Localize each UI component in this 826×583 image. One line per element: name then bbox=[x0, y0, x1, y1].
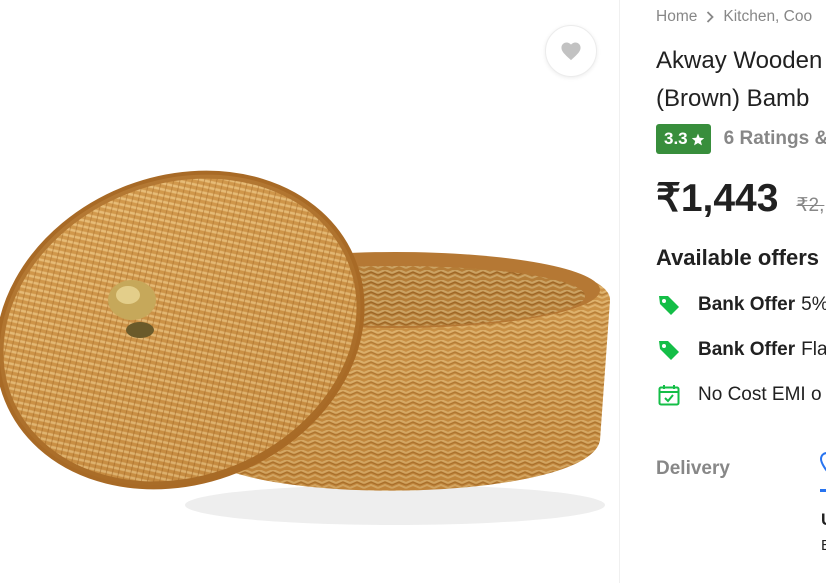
product-title-line-2: (Brown) Bamb bbox=[656, 85, 810, 112]
delivery-fragment-2: E bbox=[821, 537, 826, 554]
rating-badge[interactable]: 3.3 bbox=[656, 124, 711, 154]
breadcrumb-home[interactable]: Home bbox=[656, 8, 697, 26]
product-image-pane bbox=[0, 0, 619, 583]
original-price: ₹2, bbox=[796, 195, 825, 216]
product-info-pane: Home Kitchen, Coo Akway Wooden (Brown) B… bbox=[620, 0, 826, 583]
tag-icon bbox=[656, 337, 682, 363]
heart-icon bbox=[561, 42, 581, 61]
product-image[interactable] bbox=[0, 140, 619, 530]
delivery-label: Delivery bbox=[656, 458, 730, 479]
tag-icon bbox=[656, 292, 682, 318]
offer-text: 5% bbox=[801, 294, 826, 315]
breadcrumb-category[interactable]: Kitchen, Coo bbox=[723, 8, 812, 26]
ratings-count[interactable]: 6 Ratings & bbox=[724, 128, 826, 150]
breadcrumb: Home Kitchen, Coo bbox=[656, 8, 812, 26]
offer-item: No Cost EMI o bbox=[656, 382, 822, 408]
wishlist-button[interactable] bbox=[545, 25, 597, 77]
delivery-fragment-1: U bbox=[821, 510, 826, 530]
chevron-right-icon bbox=[706, 11, 715, 23]
offer-title: Bank Offer bbox=[698, 294, 796, 315]
location-pin-icon bbox=[820, 452, 826, 472]
offer-text: Fla bbox=[801, 339, 826, 360]
selling-price: ₹1,443 bbox=[656, 177, 779, 220]
product-title: Akway Wooden (Brown) Bamb bbox=[656, 42, 826, 118]
calendar-icon bbox=[656, 382, 682, 408]
offers-heading: Available offers bbox=[656, 245, 820, 270]
offer-text: No Cost EMI o bbox=[698, 384, 822, 405]
pincode-underline bbox=[820, 489, 826, 492]
offer-title: Bank Offer bbox=[698, 339, 796, 360]
offer-item: Bank Offer 5% bbox=[656, 292, 826, 318]
offer-item: Bank Offer Fla bbox=[656, 337, 826, 363]
price-row: ₹1,443 ₹2, bbox=[656, 176, 824, 221]
rating-row: 3.3 6 Ratings & bbox=[656, 124, 826, 154]
star-icon bbox=[691, 133, 704, 145]
product-title-line-1: Akway Wooden bbox=[656, 47, 823, 74]
rating-value: 3.3 bbox=[664, 129, 688, 148]
